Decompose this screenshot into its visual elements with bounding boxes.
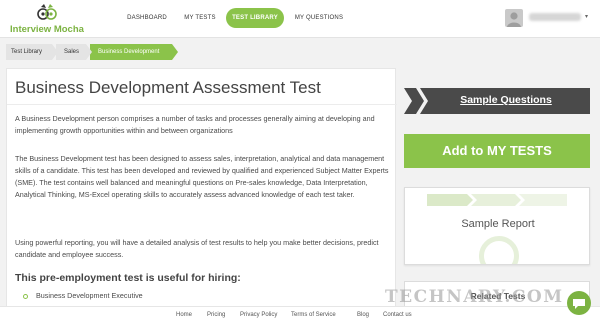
nav-my-tests[interactable]: MY TESTS [180,8,220,28]
nav-my-questions[interactable]: MY QUESTIONS [291,8,347,28]
chat-widget-button[interactable] [567,291,591,315]
footer-link-blog[interactable]: Blog [357,312,369,318]
brand-logo[interactable]: Interview Mocha [10,3,84,35]
chat-bubble-icon [573,299,585,309]
page-footer: Home Pricing Privacy Policy Terms of Ser… [0,306,600,326]
nav-dashboard[interactable]: DASHBOARD [121,8,173,28]
footer-link-home[interactable]: Home [176,312,192,318]
report-preview-graphic [427,194,567,206]
breadcrumb-sales[interactable]: Sales [56,44,92,60]
sample-questions-link[interactable]: Sample Questions [428,94,584,106]
intro-paragraph: A Business Development person comprises … [15,114,375,135]
user-menu[interactable]: •••••••••••• ▾ [505,7,593,29]
list-item: Business Development Executive [23,291,143,300]
brand-name: Interview Mocha [10,24,84,35]
user-name: •••••••••••• [529,13,581,21]
user-avatar-icon [505,9,523,27]
hiring-subheading: This pre-employment test is useful for h… [15,272,241,284]
top-header: Interview Mocha DASHBOARD MY TESTS TEST … [0,0,600,38]
sample-report-label: Sample Report [461,218,535,230]
nav-test-library[interactable]: TEST LIBRARY [226,8,284,28]
divider [7,104,397,105]
footer-link-contact-us[interactable]: Contact us [383,312,412,318]
sample-report-card[interactable]: Sample Report [404,187,590,265]
breadcrumb-business-development: Business Development [90,44,178,60]
report-gauge-graphic [479,236,519,264]
breadcrumb-test-library[interactable]: Test Library [6,44,58,60]
test-details-paragraph: The Business Development test has been d… [15,154,389,199]
chevron-down-icon[interactable]: ▾ [585,13,588,20]
circle-bullet-icon [23,293,28,299]
hiring-role-label: Business Development Executive [36,291,143,300]
add-to-my-tests-button[interactable]: Add to MY TESTS [404,134,590,168]
watermark-text: TECHNARY.COM [385,287,564,307]
page-title: Business Development Assessment Test [15,78,321,97]
owl-logo-icon [37,4,57,20]
footer-link-terms-of-service[interactable]: Terms of Service [291,312,336,318]
test-description-card: Business Development Assessment Test A B… [6,68,397,308]
reporting-paragraph: Using powerful reporting, you will have … [15,238,379,259]
sample-questions-banner[interactable]: Sample Questions [404,88,590,114]
footer-link-pricing[interactable]: Pricing [207,312,225,318]
footer-link-privacy-policy[interactable]: Privacy Policy [240,312,277,318]
